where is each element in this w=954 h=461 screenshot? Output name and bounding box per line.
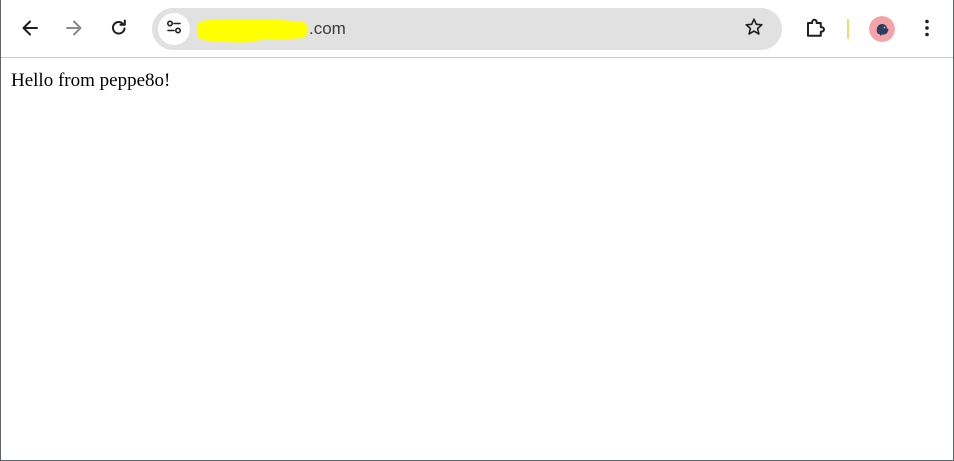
extensions-button[interactable]	[798, 11, 832, 45]
browser-toolbar: .com	[1, 0, 953, 58]
back-button[interactable]	[13, 11, 47, 45]
tune-icon	[165, 18, 183, 41]
forward-button[interactable]	[57, 11, 91, 45]
bookmark-button[interactable]	[738, 13, 770, 45]
page-body-text: Hello from peppe8o!	[11, 70, 171, 91]
url-redaction-highlight	[196, 17, 309, 43]
vertical-dots-icon	[917, 18, 937, 38]
arrow-right-icon	[64, 18, 84, 38]
reload-icon	[109, 18, 129, 38]
star-outline-icon	[744, 17, 764, 42]
reload-button[interactable]	[102, 11, 136, 45]
browser-window: .com Hello from peppe8o!	[0, 0, 954, 461]
profile-avatar-icon	[869, 16, 895, 42]
site-info-button[interactable]	[158, 13, 190, 45]
puzzle-piece-icon	[804, 17, 826, 39]
toolbar-divider	[847, 19, 849, 39]
arrow-left-icon	[20, 18, 40, 38]
browser-menu-button[interactable]	[910, 11, 944, 45]
url-domain-suffix[interactable]: .com	[309, 18, 346, 40]
address-bar[interactable]: .com	[152, 8, 782, 50]
profile-avatar[interactable]	[869, 16, 895, 42]
